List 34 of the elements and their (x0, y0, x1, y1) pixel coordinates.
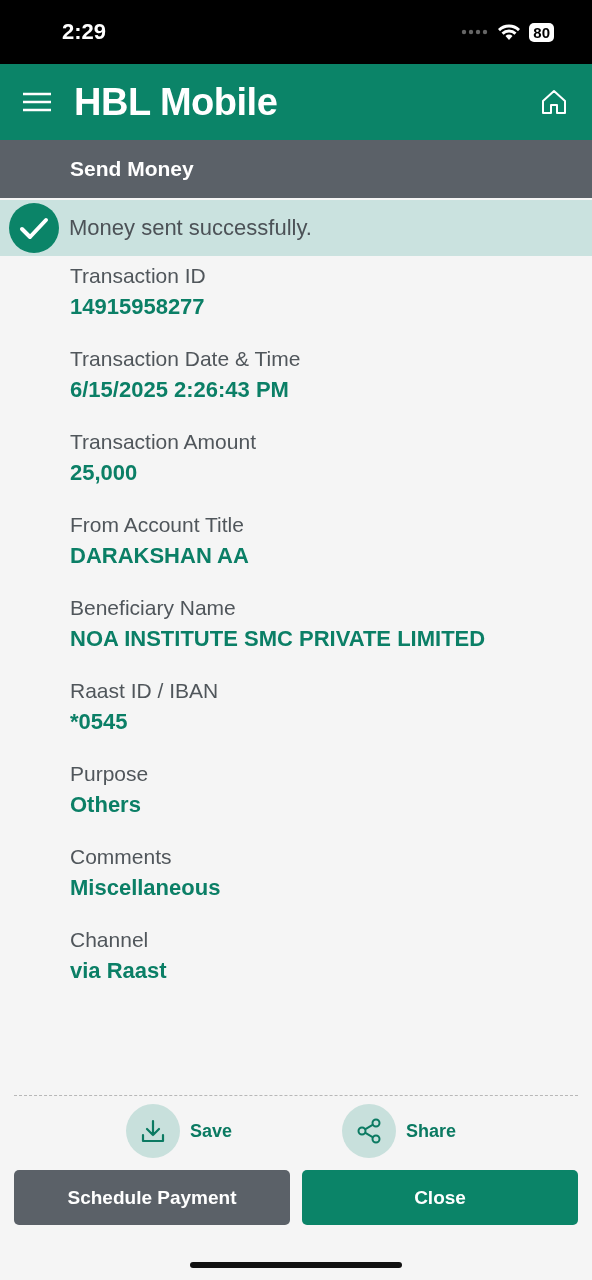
app-logo: HBL Mobile (74, 80, 279, 124)
field-value: 6/15/2025 2:26:43 PM (70, 377, 290, 403)
page-title: Send Money (70, 157, 194, 181)
field-value: NOA INSTITUTE SMC PRIVATE LIMITED (70, 626, 487, 652)
field-value: DARAKSHAN AA (70, 543, 250, 569)
home-icon[interactable] (540, 88, 568, 116)
field-label: From Account Title (70, 513, 245, 537)
field-value: 14915958277 (70, 294, 206, 320)
success-message: Money sent successfully. (69, 215, 312, 241)
field-label: Raast ID / IBAN (70, 679, 220, 703)
check-icon (9, 203, 59, 253)
field-label: Transaction Date & Time (70, 347, 302, 371)
field-value: Others (70, 792, 142, 818)
signal-icon (461, 29, 490, 35)
field-label: Transaction ID (70, 264, 207, 288)
close-button[interactable]: Close (302, 1170, 578, 1225)
field-label: Beneficiary Name (70, 596, 237, 620)
share-link[interactable]: Share (406, 1120, 457, 1142)
battery-level: 80 (529, 22, 554, 42)
menu-icon[interactable] (22, 92, 52, 112)
field-label: Transaction Amount (70, 430, 257, 454)
field-label: Purpose (70, 762, 150, 786)
field-label: Channel (70, 928, 150, 952)
field-value: via Raast (70, 958, 168, 984)
download-icon[interactable] (125, 1104, 180, 1158)
save-link[interactable]: Save (189, 1120, 232, 1142)
schedule-button[interactable]: Schedule Payment (14, 1170, 290, 1225)
field-value: Miscellaneous (70, 875, 222, 901)
field-value: *0545 (70, 709, 129, 735)
status-time: 2:29 (62, 19, 107, 45)
share-icon[interactable] (342, 1104, 396, 1158)
wifi-icon (497, 23, 522, 41)
field-value: 25,000 (70, 460, 139, 486)
field-label: Comments (70, 845, 173, 869)
